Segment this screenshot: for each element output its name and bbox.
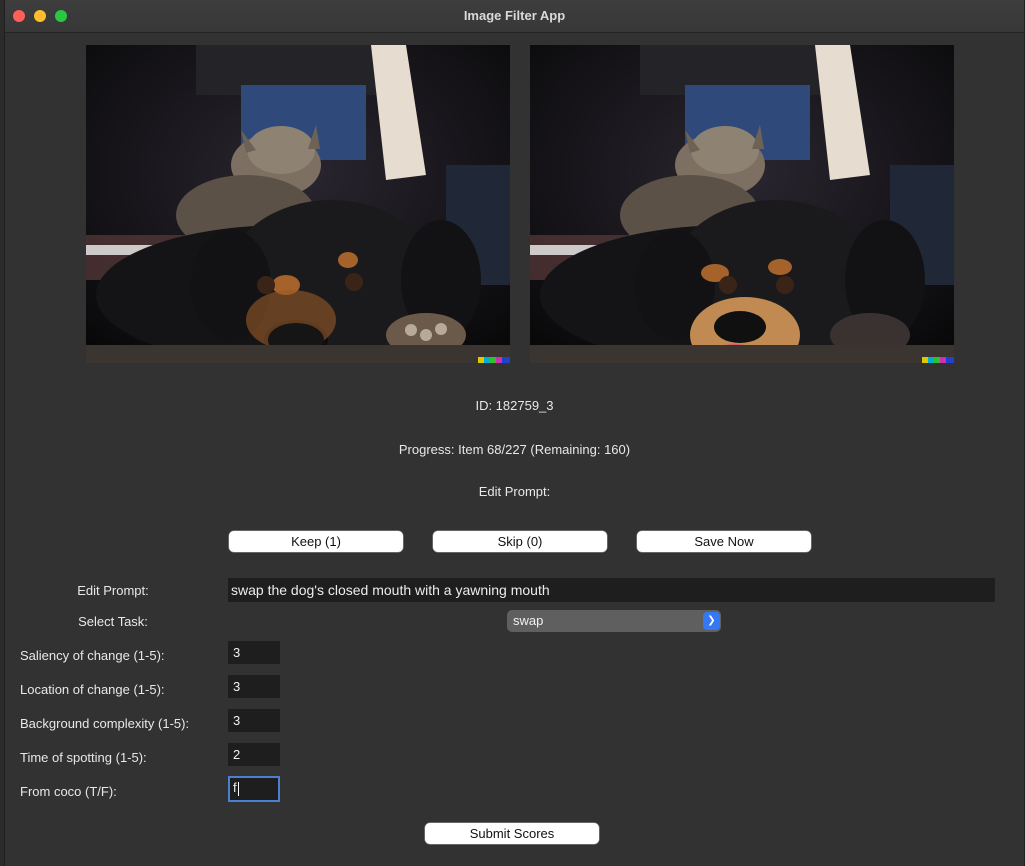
location-label: Location of change (1-5):	[20, 682, 165, 697]
original-image	[86, 45, 510, 363]
saliency-input[interactable]: 3	[228, 641, 280, 664]
edit-prompt-label: Edit Prompt:	[77, 583, 149, 598]
background-complexity-input[interactable]: 3	[228, 709, 280, 732]
title-bar[interactable]: Image Filter App	[5, 0, 1024, 33]
background-complexity-label: Background complexity (1-5):	[20, 716, 190, 731]
chevron-down-icon: ❯	[703, 612, 720, 630]
keep-button[interactable]: Keep (1)	[229, 531, 403, 552]
skip-button[interactable]: Skip (0)	[433, 531, 607, 552]
main-content: ID: 182759_3 Progress: Item 68/227 (Rema…	[5, 33, 1024, 866]
edited-image	[530, 45, 954, 363]
from-coco-input[interactable]: f	[228, 776, 280, 802]
task-select[interactable]: swap ❯	[507, 610, 721, 632]
edit-prompt-input[interactable]: swap the dog's closed mouth with a yawni…	[228, 578, 995, 602]
location-input[interactable]: 3	[228, 675, 280, 698]
progress-text: Progress: Item 68/227 (Remaining: 160)	[398, 442, 631, 457]
from-coco-value: f	[233, 780, 237, 795]
task-select-value: swap	[513, 613, 544, 628]
text-caret	[237, 781, 239, 796]
from-coco-label: From coco (T/F):	[20, 784, 117, 799]
app-window: Image Filter App ID: 182759_3 Progress: …	[4, 0, 1025, 866]
time-of-spotting-label: Time of spotting (1-5):	[20, 750, 147, 765]
item-id: ID: 182759_3	[475, 398, 554, 413]
saliency-label: Saliency of change (1-5):	[20, 648, 165, 663]
edit-prompt-heading: Edit Prompt:	[478, 484, 551, 499]
time-of-spotting-input[interactable]: 2	[228, 743, 280, 766]
submit-scores-button[interactable]: Submit Scores	[425, 823, 599, 844]
save-now-button[interactable]: Save Now	[637, 531, 811, 552]
select-task-label: Select Task:	[78, 614, 148, 629]
window-title: Image Filter App	[463, 8, 566, 23]
